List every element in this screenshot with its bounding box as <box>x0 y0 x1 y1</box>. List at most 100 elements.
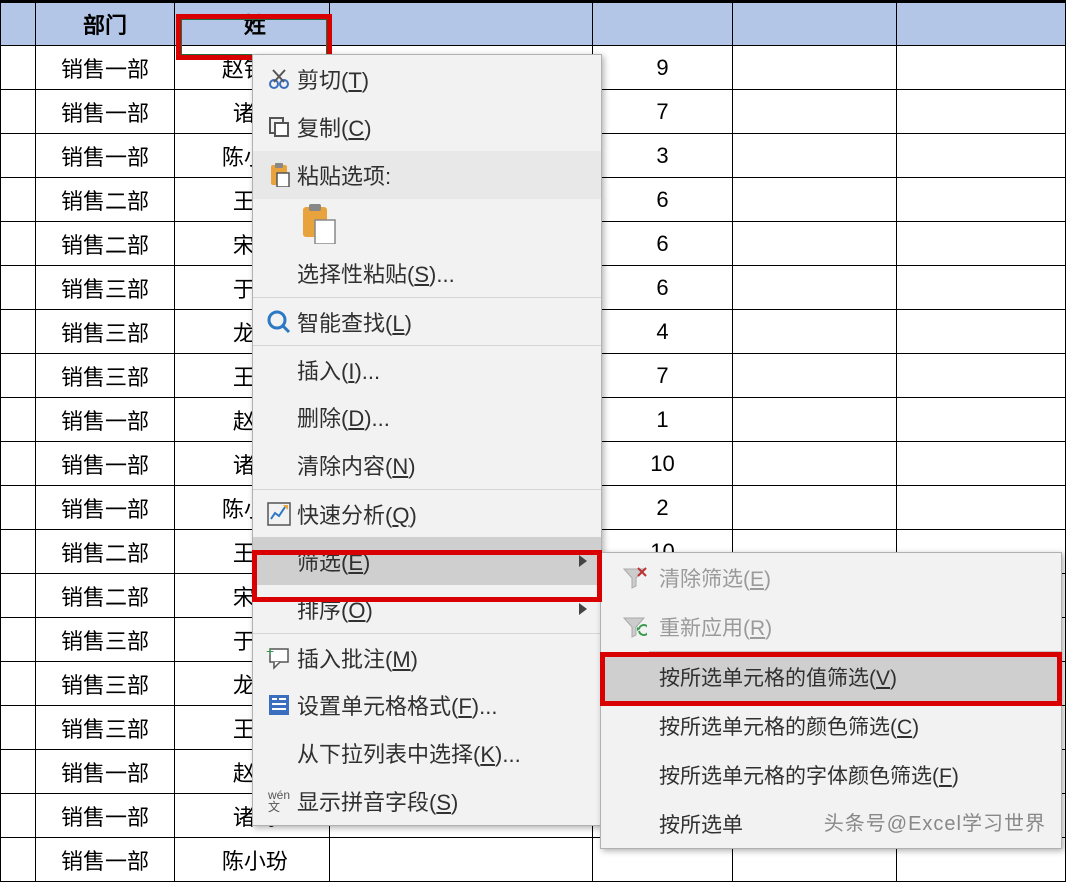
cell-qty[interactable]: 6 <box>593 266 732 310</box>
menu-filter[interactable]: 筛选(E) <box>253 537 601 585</box>
cell-dept[interactable]: 销售二部 <box>35 530 174 574</box>
cell-dept[interactable]: 销售三部 <box>35 354 174 398</box>
watermark: 头条号@Excel学习世界 <box>824 807 1046 836</box>
cell-dept[interactable]: 销售一部 <box>35 90 174 134</box>
cell-empty[interactable] <box>732 354 896 398</box>
cell-dept[interactable]: 销售一部 <box>35 46 174 90</box>
cell-qty[interactable]: 4 <box>593 310 732 354</box>
menu-show-pinyin[interactable]: wén文 显示拼音字段(S) <box>253 777 601 825</box>
cell-empty[interactable] <box>896 46 1065 90</box>
cell-empty[interactable] <box>732 222 896 266</box>
paste-default-icon[interactable] <box>301 204 337 244</box>
menu-delete[interactable]: 删除(D)... <box>253 393 601 441</box>
cell-dept[interactable]: 销售一部 <box>35 750 174 794</box>
cell-dept[interactable]: 销售二部 <box>35 222 174 266</box>
cell-dept[interactable]: 销售三部 <box>35 310 174 354</box>
cell-dept[interactable]: 销售三部 <box>35 706 174 750</box>
menu-paste-special[interactable]: 选择性粘贴(S)... <box>253 249 601 297</box>
cell-empty[interactable] <box>732 310 896 354</box>
cell-dept[interactable]: 销售三部 <box>35 266 174 310</box>
cell-qty[interactable]: 2 <box>593 486 732 530</box>
cell-qty[interactable]: 6 <box>593 222 732 266</box>
sub-filter-value[interactable]: 按所选单元格的值筛选(V) <box>601 652 1061 701</box>
cell-empty[interactable] <box>896 178 1065 222</box>
header-extra1[interactable] <box>732 2 896 46</box>
menu-smart-lookup[interactable]: 智能查找(L) <box>253 297 601 345</box>
menu-format-cells[interactable]: 设置单元格格式(F)... <box>253 681 601 729</box>
menu-quick-analysis[interactable]: 快速分析(Q) <box>253 489 601 537</box>
header-qty[interactable] <box>593 2 732 46</box>
cell-dept[interactable]: 销售二部 <box>35 574 174 618</box>
header-product[interactable] <box>329 2 593 46</box>
sub-filter-color[interactable]: 按所选单元格的颜色筛选(C) <box>601 701 1061 750</box>
row-gutter[interactable] <box>1 794 36 838</box>
row-gutter[interactable] <box>1 618 36 662</box>
cell-empty[interactable] <box>732 486 896 530</box>
row-gutter[interactable] <box>1 706 36 750</box>
row-gutter[interactable] <box>1 310 36 354</box>
header-dept[interactable]: 部门 <box>35 2 174 46</box>
cell-empty[interactable] <box>896 398 1065 442</box>
menu-insert[interactable]: 插入(I)... <box>253 345 601 393</box>
cell-dept[interactable]: 销售一部 <box>35 134 174 178</box>
cell-empty[interactable] <box>896 486 1065 530</box>
row-gutter[interactable] <box>1 354 36 398</box>
header-name[interactable]: 姓 <box>175 2 329 46</box>
cell-empty[interactable] <box>732 46 896 90</box>
menu-copy[interactable]: 复制(C) <box>253 103 601 151</box>
menu-pick-list[interactable]: 从下拉列表中选择(K)... <box>253 729 601 777</box>
cell-empty[interactable] <box>896 222 1065 266</box>
row-gutter[interactable] <box>1 574 36 618</box>
cell-dept[interactable]: 销售一部 <box>35 442 174 486</box>
menu-clear[interactable]: 清除内容(N) <box>253 441 601 489</box>
sub-reapply: 重新应用(R) <box>601 602 1061 651</box>
row-gutter[interactable] <box>1 222 36 266</box>
cell-qty[interactable]: 3 <box>593 134 732 178</box>
cell-empty[interactable] <box>732 398 896 442</box>
cell-empty[interactable] <box>732 134 896 178</box>
menu-insert-comment[interactable]: + 插入批注(M) <box>253 633 601 681</box>
cell-dept[interactable]: 销售一部 <box>35 398 174 442</box>
row-gutter[interactable] <box>1 750 36 794</box>
cell-empty[interactable] <box>896 310 1065 354</box>
cell-empty[interactable] <box>896 134 1065 178</box>
sub-filter-value-label: 按所选单元格的值筛选(V) <box>659 662 1053 692</box>
menu-insert-label: 插入(I)... <box>297 354 593 386</box>
cell-empty[interactable] <box>732 442 896 486</box>
row-gutter[interactable] <box>1 90 36 134</box>
row-gutter[interactable] <box>1 266 36 310</box>
menu-filter-label: 筛选(E) <box>297 545 579 577</box>
cell-empty[interactable] <box>732 266 896 310</box>
header-extra2[interactable] <box>896 2 1065 46</box>
row-gutter[interactable] <box>1 134 36 178</box>
menu-cut[interactable]: 剪切(T) <box>253 55 601 103</box>
cell-empty[interactable] <box>732 178 896 222</box>
cell-dept[interactable]: 销售三部 <box>35 618 174 662</box>
cell-qty[interactable]: 9 <box>593 46 732 90</box>
cell-dept[interactable]: 销售一部 <box>35 486 174 530</box>
menu-sort[interactable]: 排序(O) <box>253 585 601 633</box>
cell-empty[interactable] <box>732 90 896 134</box>
cell-dept[interactable]: 销售一部 <box>35 794 174 838</box>
cell-qty[interactable]: 1 <box>593 398 732 442</box>
row-gutter[interactable] <box>1 530 36 574</box>
cell-qty[interactable]: 7 <box>593 90 732 134</box>
cell-qty[interactable]: 6 <box>593 178 732 222</box>
cell-dept[interactable]: 销售二部 <box>35 178 174 222</box>
cell-dept[interactable]: 销售三部 <box>35 662 174 706</box>
cell-empty[interactable] <box>896 266 1065 310</box>
row-gutter[interactable] <box>1 398 36 442</box>
row-gutter[interactable] <box>1 178 36 222</box>
cell-empty[interactable] <box>896 354 1065 398</box>
header-blank[interactable] <box>1 2 36 46</box>
row-gutter[interactable] <box>1 486 36 530</box>
cell-empty[interactable] <box>896 90 1065 134</box>
row-gutter[interactable] <box>1 46 36 90</box>
sub-filter-font-color[interactable]: 按所选单元格的字体颜色筛选(F) <box>601 750 1061 799</box>
comment-icon: + <box>261 646 297 670</box>
cell-qty[interactable]: 10 <box>593 442 732 486</box>
cell-empty[interactable] <box>896 442 1065 486</box>
row-gutter[interactable] <box>1 442 36 486</box>
row-gutter[interactable] <box>1 662 36 706</box>
cell-qty[interactable]: 7 <box>593 354 732 398</box>
